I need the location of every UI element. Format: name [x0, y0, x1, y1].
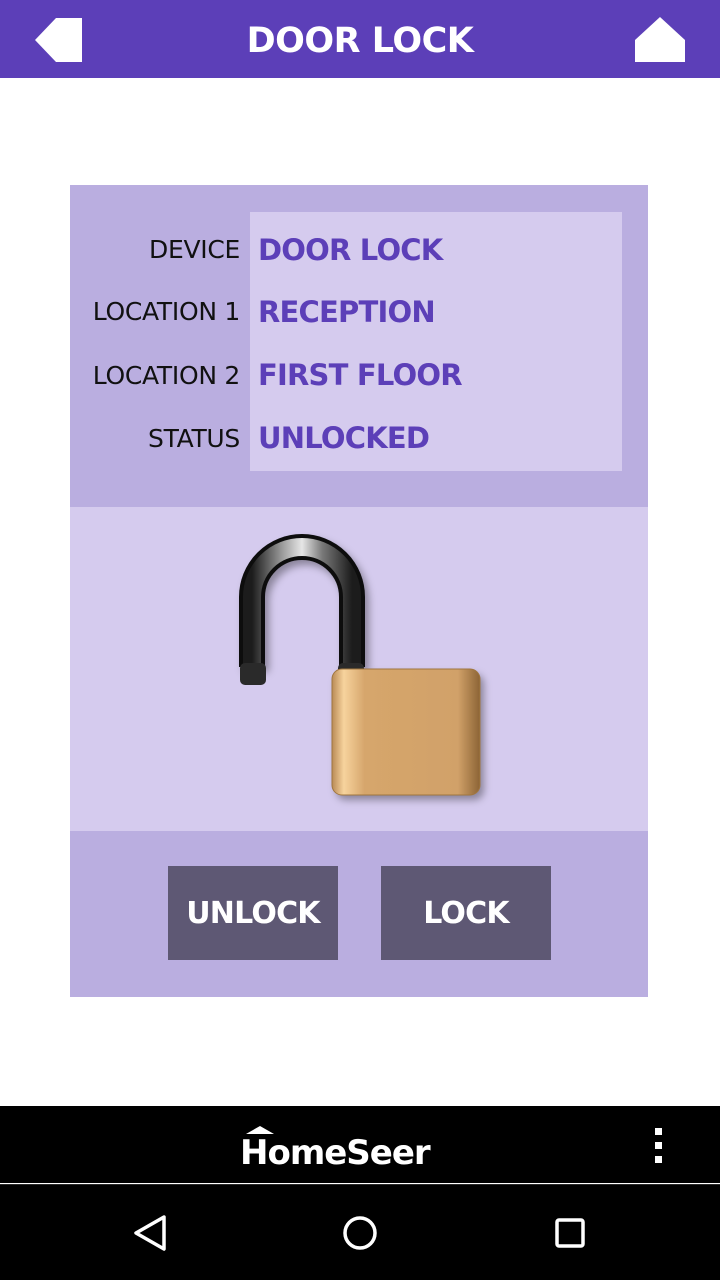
nav-recents-button[interactable] — [546, 1209, 594, 1257]
location2-value: FIRST FLOOR — [258, 358, 463, 392]
lock-button[interactable]: LOCK — [381, 866, 551, 960]
app-header: DOOR LOCK — [0, 0, 720, 78]
lock-status-panel — [70, 507, 648, 831]
page-title: DOOR LOCK — [246, 21, 474, 61]
overflow-menu-icon — [655, 1128, 662, 1163]
status-value: UNLOCKED — [258, 421, 430, 455]
nav-home-button[interactable] — [336, 1209, 384, 1257]
home-button[interactable] — [634, 16, 686, 64]
location1-value: RECEPTION — [258, 295, 436, 329]
nav-back-button[interactable] — [126, 1209, 174, 1257]
brand-text: HomeSeer — [240, 1133, 431, 1168]
unlock-button[interactable]: UNLOCK — [168, 866, 338, 960]
app-footer: HomeSeer — [0, 1106, 720, 1183]
nav-back-icon — [134, 1215, 166, 1251]
lock-actions-panel: UNLOCK LOCK — [70, 831, 648, 997]
device-info-card: DEVICE DOOR LOCK LOCATION 1 RECEPTION LO… — [70, 185, 648, 507]
homeseer-logo: HomeSeer — [240, 1126, 432, 1168]
nav-recents-icon — [555, 1218, 585, 1248]
status-label: STATUS — [148, 424, 240, 453]
system-nav-bar — [0, 1184, 720, 1280]
device-label: DEVICE — [149, 235, 240, 264]
padlock-open-icon — [239, 534, 481, 796]
home-icon — [635, 17, 685, 62]
location1-label: LOCATION 1 — [92, 297, 241, 326]
overflow-menu-button[interactable] — [646, 1126, 672, 1166]
location2-label: LOCATION 2 — [92, 361, 241, 390]
nav-home-icon — [343, 1216, 377, 1250]
device-value: DOOR LOCK — [258, 233, 443, 267]
